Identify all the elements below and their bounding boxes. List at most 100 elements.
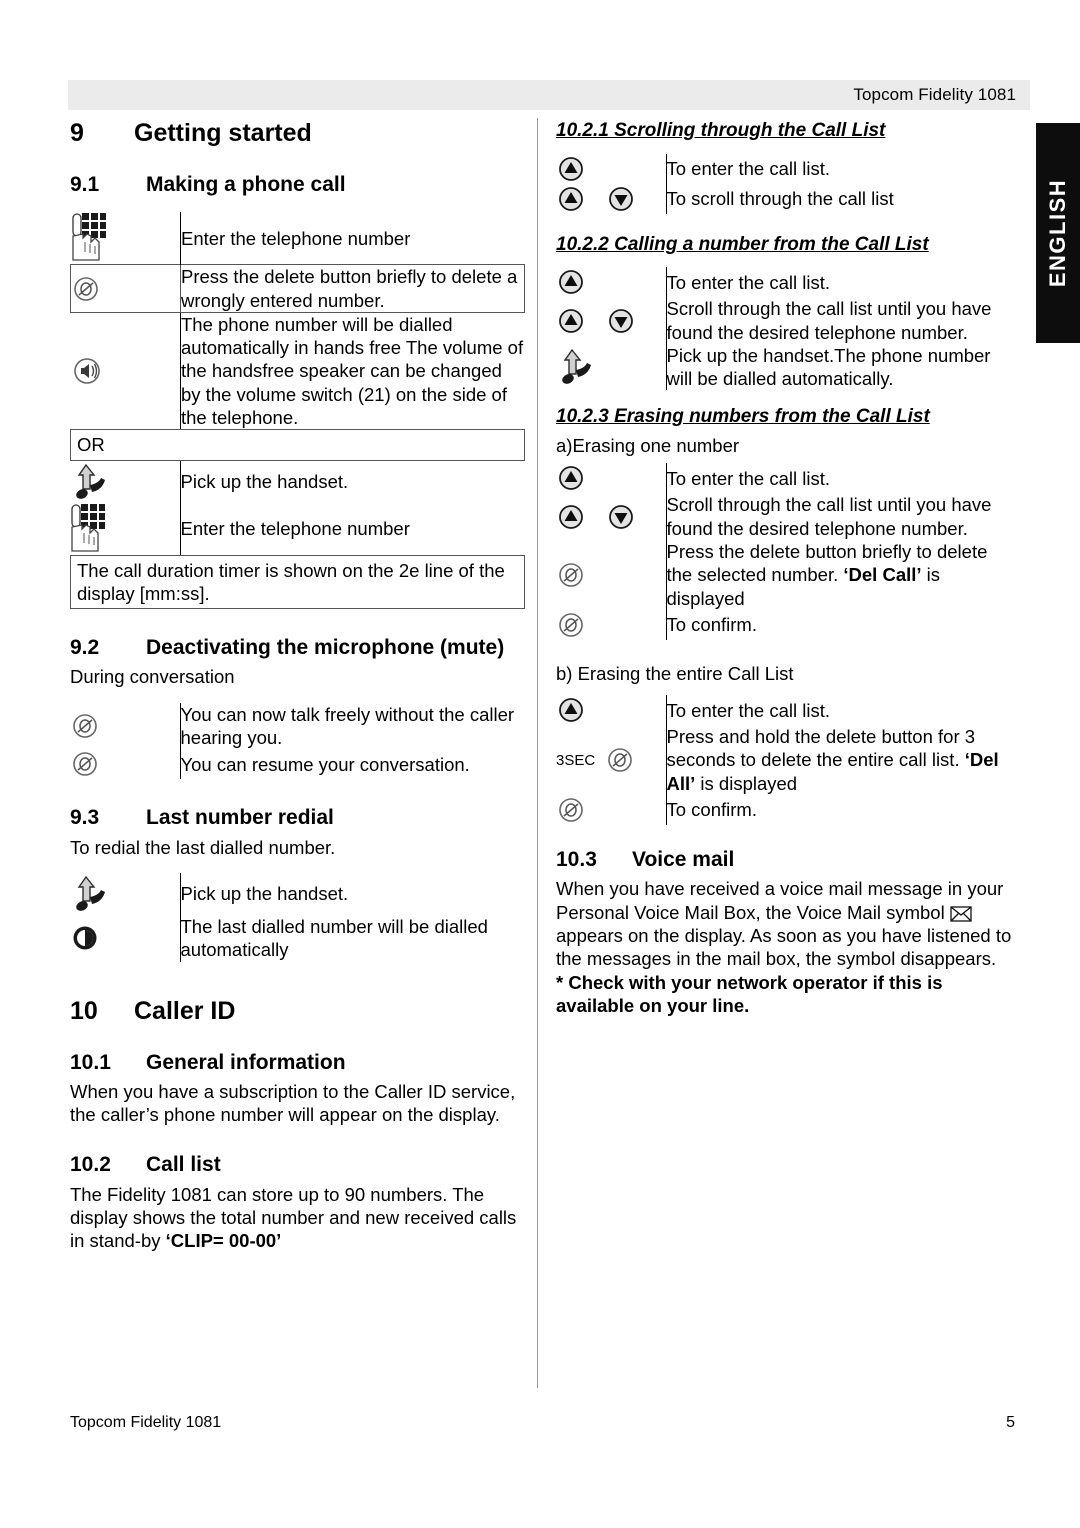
heading-section-10-1-number: 10.1: [70, 1050, 111, 1074]
table-row: To confirm.: [556, 795, 1016, 826]
instruction-table-scrolling: To enter the call list. To scroll throug…: [556, 153, 1016, 214]
instruction-table-mute: You can now talk freely without the call…: [70, 702, 525, 780]
document-page: Topcom Fidelity 1081 ENGLISH 9 Getting s…: [0, 0, 1080, 1528]
hold-duration-label: 3SEC: [556, 751, 596, 769]
delete-slash-icon: [70, 264, 181, 313]
heading-section-9-3-number: 9.3: [70, 806, 100, 830]
del-call-label: ‘Del Call’: [843, 564, 922, 586]
heading-section-10-1: 10.1 General information: [70, 1050, 525, 1076]
up-arrow-button-icon: [556, 502, 586, 532]
instruction-text: Pick up the handset.The phone number wil…: [665, 343, 1016, 391]
instruction-text: To enter the call list.: [665, 267, 1016, 298]
instruction-text: Press the delete button briefly to delet…: [180, 264, 525, 313]
instruction-text: Pick up the handset.: [179, 460, 525, 503]
call-list-body: The Fidelity 1081 can store up to 90 num…: [70, 1183, 525, 1253]
heading-section-10-2-number: 10.2: [70, 1153, 111, 1177]
up-arrow-button-icon: [556, 306, 586, 336]
page-footer: Topcom Fidelity 1081 5: [70, 1414, 1015, 1432]
table-row: To enter the call list.: [556, 695, 1016, 726]
heading-section-10-2-1: 10.2.1 Scrolling through the Call List: [556, 120, 886, 141]
header-title: Topcom Fidelity 1081: [853, 85, 1016, 104]
table-row: To enter the call list.: [556, 463, 1016, 494]
down-arrow-button-icon: [606, 184, 636, 214]
table-row: To confirm.: [556, 609, 1016, 640]
instruction-text: To enter the call list.: [665, 153, 1016, 184]
up-arrow-button-icon: [556, 267, 666, 297]
delete-slash-icon: [70, 749, 180, 779]
up-arrow-button-icon: [556, 184, 586, 214]
right-column: 10.2.1 Scrolling through the Call List T…: [556, 118, 1016, 1017]
instruction-text: Press the delete button briefly to delet…: [665, 540, 1016, 610]
table-row: Enter the telephone number: [71, 212, 525, 265]
heading-section-9-title: Getting started: [134, 119, 312, 147]
instruction-text: The phone number will be dialled automat…: [180, 312, 525, 430]
up-arrow-button-icon: [556, 154, 666, 184]
heading-section-10-number: 10: [70, 996, 98, 1025]
table-row: To enter the call list.: [556, 267, 1016, 298]
heading-section-10: 10 Caller ID: [70, 996, 525, 1026]
table-row: Pick up the handset.: [70, 460, 525, 503]
delete-slash-icon: [556, 610, 666, 640]
heading-section-10-3: 10.3 Voice mail: [556, 847, 1016, 873]
up-arrow-button-icon: [556, 463, 666, 493]
instruction-text: You can resume your conversation.: [179, 749, 525, 780]
column-divider: [537, 118, 538, 1388]
heading-section-9-2-title: Deactivating the microphone (mute): [146, 636, 505, 660]
keypad-hand-icon: [71, 212, 181, 265]
instruction-text: Pick up the handset.: [179, 872, 525, 915]
or-separator: OR: [70, 429, 525, 461]
delete-slash-icon: [605, 745, 635, 775]
heading-section-10-2: 10.2 Call list: [70, 1152, 525, 1178]
heading-section-9: 9 Getting started: [70, 118, 525, 148]
erasing-entire-list-label: b) Erasing the entire Call List: [556, 662, 794, 684]
voice-mail-note: * Check with your network operator if th…: [556, 971, 943, 1016]
voice-mail-body: When you have received a voice mail mess…: [556, 877, 1016, 970]
voice-mail-body-tail: appears on the display. As soon as you h…: [556, 924, 1012, 970]
handset-pickup-icon: [70, 461, 180, 503]
footer-product-name: Topcom Fidelity 1081: [70, 1414, 222, 1431]
heading-section-10-2-title: Call list: [146, 1153, 221, 1177]
table-row: To scroll through the call list: [556, 183, 1016, 214]
table-row: Enter the telephone number: [70, 502, 525, 555]
handset-pickup-icon: [556, 344, 666, 391]
heading-section-9-3: 9.3 Last number redial: [70, 805, 525, 831]
arrow-button-pair: [556, 297, 666, 344]
delete-slash-icon: [70, 703, 180, 750]
instruction-table-erasing-one: To enter the call list. Scroll through t…: [556, 463, 1016, 640]
heading-section-9-number: 9: [70, 119, 84, 147]
table-row: Press the delete button briefly to delet…: [556, 540, 1016, 610]
instruction-table-calling: To enter the call list. Scroll through t…: [556, 267, 1016, 391]
heading-section-10-1-title: General information: [146, 1050, 346, 1074]
instruction-table-pickup: Pick up the handset. Enter the telephone…: [70, 460, 525, 555]
handset-pickup-icon: [70, 873, 180, 915]
redial-icon: [70, 915, 180, 962]
heading-section-9-1-number: 9.1: [70, 173, 100, 196]
table-row: The last dialled number will be dialled …: [70, 914, 525, 962]
heading-section-9-1-title: Making a phone call: [146, 173, 346, 196]
instruction-text: Scroll through the call list until you h…: [665, 493, 1016, 540]
instruction-text: To confirm.: [665, 609, 1016, 640]
instruction-text: To enter the call list.: [665, 695, 1016, 726]
table-row: The phone number will be dialled automat…: [71, 312, 525, 430]
clip-code-label: ‘CLIP= 00-00’: [165, 1230, 282, 1252]
instruction-text: To scroll through the call list: [665, 183, 1016, 214]
keypad-hand-icon: [70, 503, 180, 555]
delete-slash-icon: [556, 795, 666, 825]
page-header-bar: Topcom Fidelity 1081: [68, 80, 1030, 110]
language-tab-label: ENGLISH: [1045, 178, 1070, 288]
table-row: To enter the call list.: [556, 153, 1016, 184]
heading-section-9-1: 9.1 Making a phone call: [70, 172, 525, 198]
heading-section-9-2-number: 9.2: [70, 636, 100, 660]
down-arrow-button-icon: [606, 502, 636, 532]
table-row: 3SEC Press and hold the delete button fo…: [556, 725, 1016, 796]
instruction-text: The last dialled number will be dialled …: [179, 914, 525, 962]
hold-3sec-delete-icon: 3SEC: [556, 725, 666, 795]
general-information-body: When you have a subscription to the Call…: [70, 1080, 516, 1126]
heading-section-10-3-number: 10.3: [556, 848, 597, 872]
instruction-text-lead: Press and hold the delete button for 3 s…: [666, 726, 976, 771]
voice-mail-body-lead: When you have received a voice mail mess…: [556, 878, 1004, 923]
down-arrow-button-icon: [606, 306, 636, 336]
heading-section-9-3-title: Last number redial: [146, 806, 334, 830]
instruction-text: Enter the telephone number: [180, 212, 525, 265]
instruction-text: Enter the telephone number: [179, 502, 525, 555]
